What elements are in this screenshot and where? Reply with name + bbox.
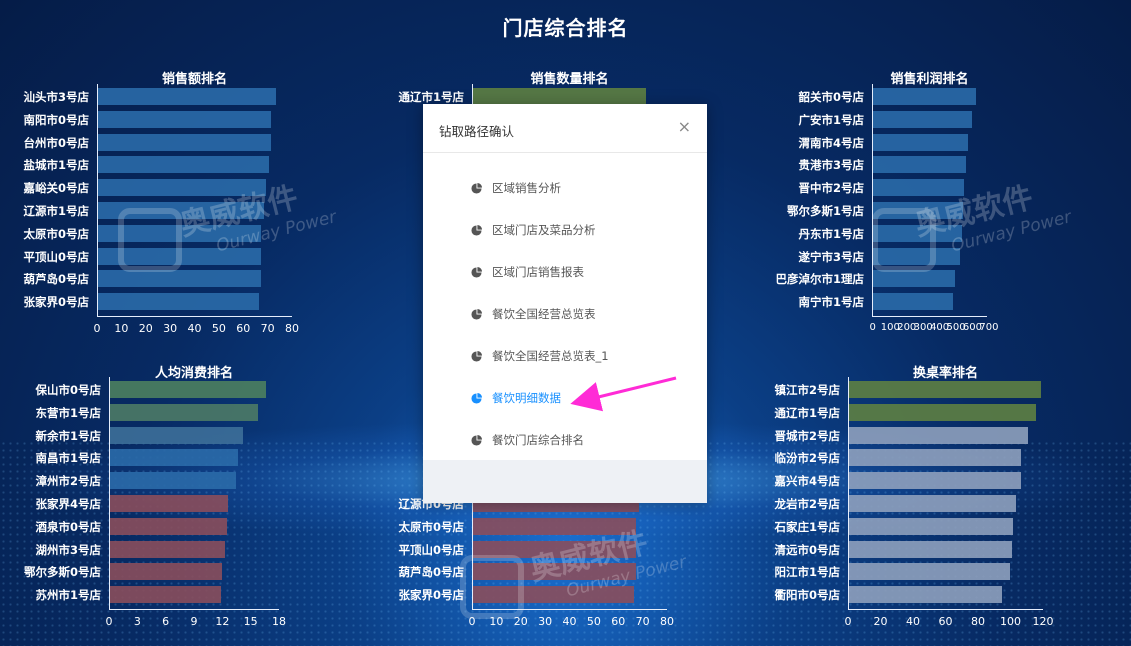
annotation-arrow-icon bbox=[570, 376, 677, 412]
